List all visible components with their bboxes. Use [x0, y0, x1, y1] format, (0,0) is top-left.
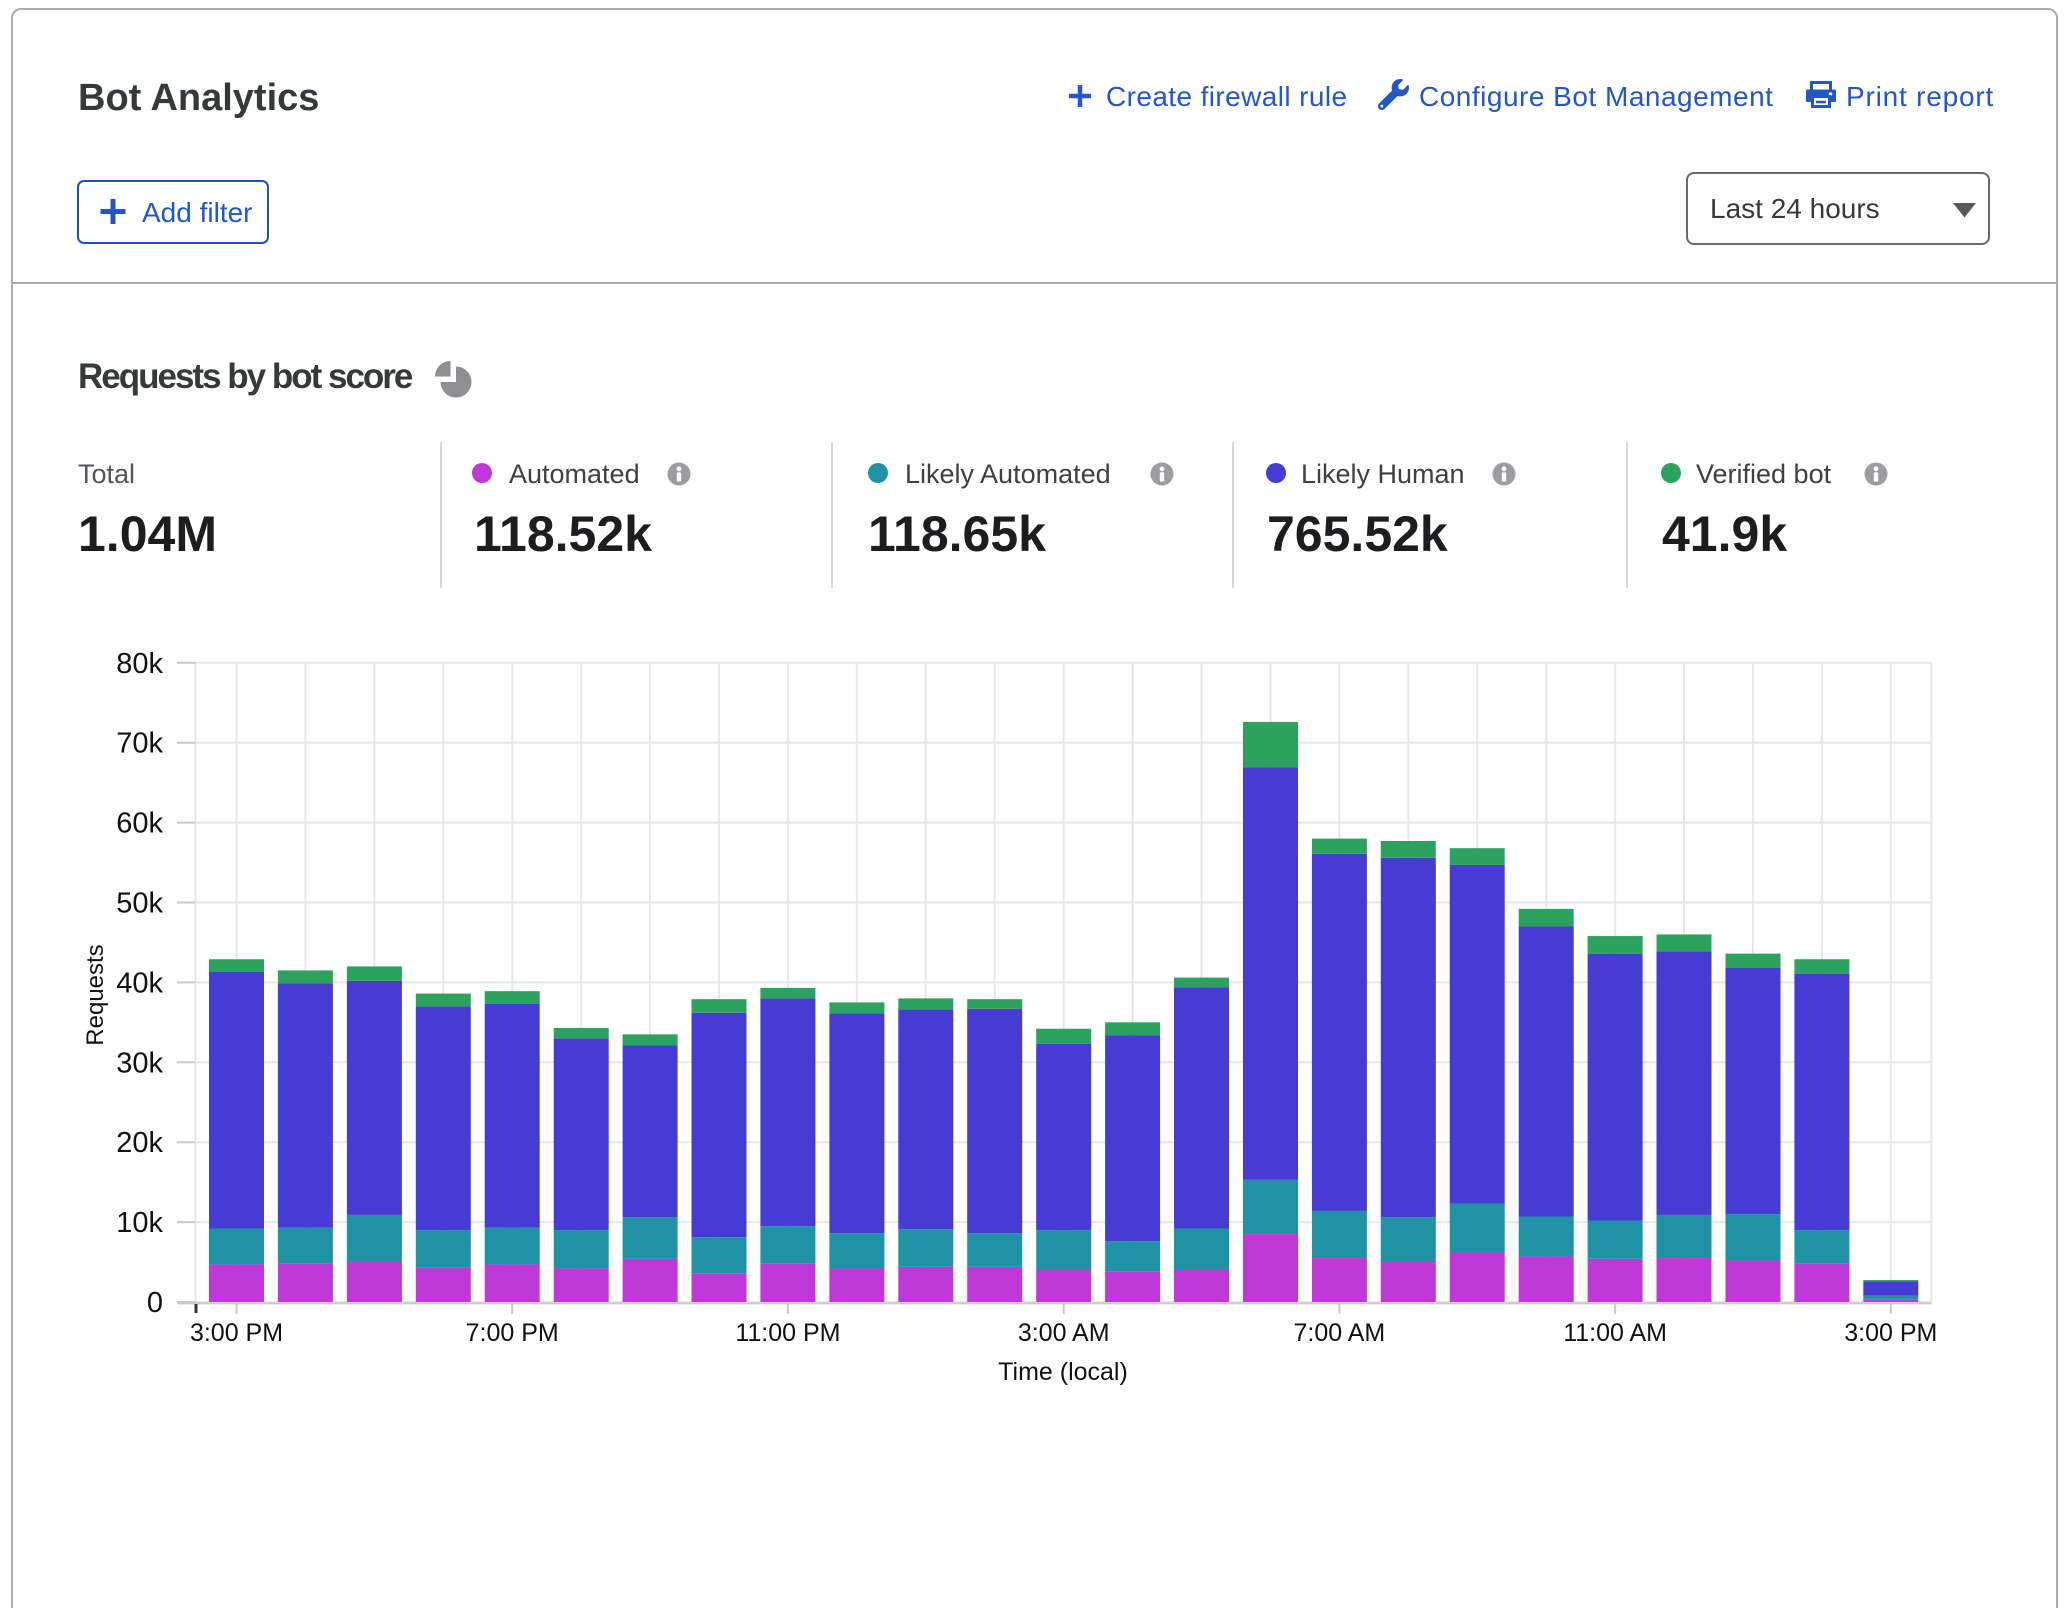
svg-text:0: 0	[147, 1287, 163, 1319]
svg-text:Time (local): Time (local)	[998, 1358, 1128, 1386]
svg-text:3:00 PM: 3:00 PM	[190, 1319, 283, 1347]
svg-text:20k: 20k	[116, 1127, 163, 1159]
svg-text:60k: 60k	[116, 808, 163, 840]
svg-text:80k: 80k	[116, 648, 163, 680]
svg-text:Requests: Requests	[82, 944, 109, 1045]
svg-text:50k: 50k	[116, 888, 163, 920]
svg-text:11:00 PM: 11:00 PM	[735, 1319, 840, 1347]
svg-text:7:00 AM: 7:00 AM	[1294, 1319, 1386, 1347]
svg-text:30k: 30k	[116, 1047, 163, 1079]
svg-text:10k: 10k	[116, 1207, 163, 1239]
svg-text:3:00 PM: 3:00 PM	[1844, 1319, 1937, 1347]
svg-text:11:00 AM: 11:00 AM	[1563, 1319, 1667, 1347]
svg-text:40k: 40k	[116, 967, 163, 999]
svg-text:7:00 PM: 7:00 PM	[466, 1319, 559, 1347]
svg-text:3:00 AM: 3:00 AM	[1018, 1319, 1110, 1347]
svg-text:70k: 70k	[116, 728, 163, 760]
